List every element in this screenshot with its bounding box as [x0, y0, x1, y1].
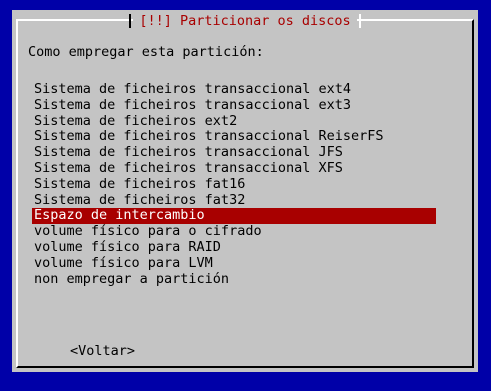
- partition-dialog: [!!] Particionar os discos Como empregar…: [12, 10, 478, 372]
- list-item-selected[interactable]: Espazo de intercambio: [32, 208, 436, 225]
- list-item[interactable]: Sistema de ficheiros fat16: [32, 176, 436, 193]
- partition-usage-list[interactable]: Sistema de ficheiros transaccional ext4 …: [32, 81, 436, 288]
- question-text: Como empregar esta partición:: [28, 44, 264, 60]
- list-item[interactable]: non empregar a partición: [32, 271, 436, 288]
- list-item[interactable]: Sistema de ficheiros transaccional XFS: [32, 160, 436, 177]
- back-button[interactable]: <Voltar>: [70, 343, 135, 359]
- list-item[interactable]: Sistema de ficheiros transaccional ext3: [32, 97, 436, 114]
- title-right-bracket: [358, 13, 361, 28]
- list-item[interactable]: volume físico para LVM: [32, 255, 436, 272]
- title-left-bracket: [129, 13, 132, 28]
- installer-screen: [!!] Particionar os discos Como empregar…: [0, 0, 491, 391]
- list-item[interactable]: Sistema de ficheiros fat32: [32, 192, 436, 209]
- dialog-title: [!!] Particionar os discos: [133, 12, 357, 30]
- list-item[interactable]: Sistema de ficheiros transaccional Reise…: [32, 129, 436, 145]
- list-item[interactable]: volume físico para o cifrado: [32, 223, 436, 240]
- list-item[interactable]: Sistema de ficheiros ext2: [32, 113, 436, 130]
- list-item[interactable]: Sistema de ficheiros transaccional JFS: [32, 144, 436, 161]
- list-item[interactable]: Sistema de ficheiros transaccional ext4: [32, 81, 436, 98]
- list-item[interactable]: volume físico para RAID: [32, 239, 436, 256]
- dialog-title-bar: [!!] Particionar os discos: [12, 10, 478, 30]
